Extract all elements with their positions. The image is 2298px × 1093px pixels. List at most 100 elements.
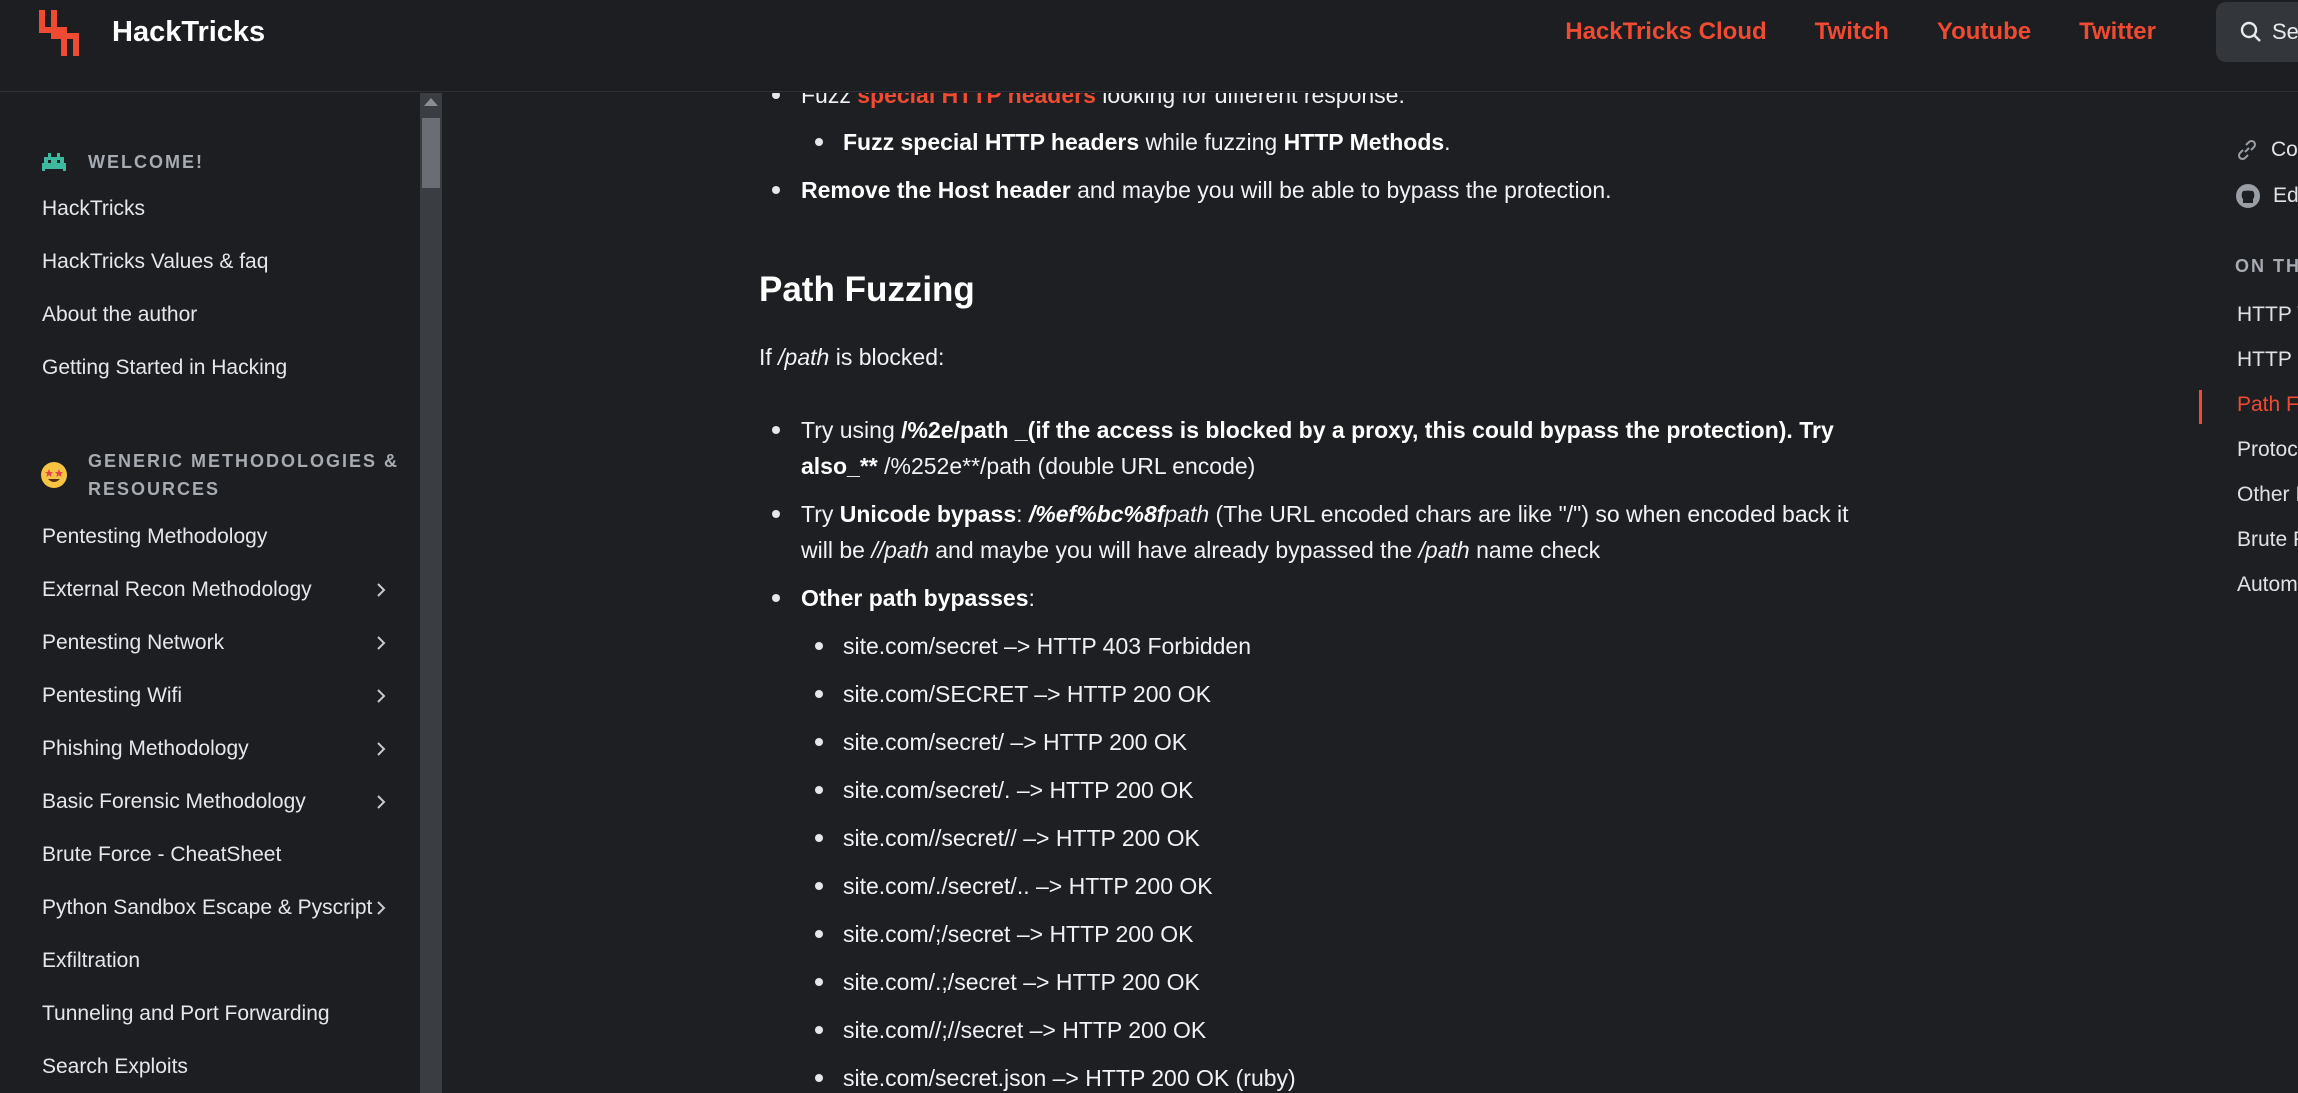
- bullet: [815, 834, 823, 842]
- toc-item-http-headers[interactable]: HTTP I: [2237, 348, 2298, 372]
- chevron-right-icon[interactable]: [374, 742, 388, 756]
- sidebar-item-search-exploits[interactable]: Search Exploits: [42, 1055, 392, 1079]
- toc-heading: ON TH: [2235, 256, 2298, 276]
- sidebar-item-pentesting-methodology[interactable]: Pentesting Methodology: [42, 525, 392, 549]
- sidebar-item-brute-force[interactable]: Brute Force - CheatSheet: [42, 843, 392, 867]
- bypass-text: site.com//secret// –> HTTP 200 OK: [843, 825, 1200, 851]
- italic-text: /path: [778, 344, 830, 370]
- bullet: [815, 138, 823, 146]
- main-content: Fuzz special HTTP headers looking for di…: [442, 93, 2192, 1093]
- text: looking for different response.: [1095, 93, 1405, 108]
- copy-link-label: Co: [2271, 138, 2298, 161]
- text: .: [1444, 129, 1451, 155]
- bold-italic-text: /%ef%bc%8f: [1028, 501, 1165, 527]
- sidebar-item-pentesting-wifi[interactable]: Pentesting Wifi: [42, 684, 392, 708]
- link-icon: [2237, 139, 2257, 161]
- sidebar-item-about-author[interactable]: About the author: [42, 303, 392, 327]
- edit-github-label: Ed: [2273, 184, 2298, 207]
- text: :: [1016, 501, 1029, 527]
- sidebar-item-python-sandbox[interactable]: Python Sandbox Escape & Pyscript: [42, 896, 392, 920]
- list-item: site.com/secret.json –> HTTP 200 OK (rub…: [759, 1060, 1859, 1093]
- sidebar-item-label: Search Exploits: [42, 1055, 188, 1078]
- bypass-text: site.com/;/secret –> HTTP 200 OK: [843, 921, 1194, 947]
- list-item: site.com//;//secret –> HTTP 200 OK: [759, 1012, 1859, 1048]
- list-item: Remove the Host header and maybe you wil…: [759, 172, 1859, 208]
- italic-text: path: [1164, 501, 1210, 527]
- toc-item-http-verbs[interactable]: HTTP V: [2237, 303, 2298, 327]
- sidebar-scrollbar[interactable]: [420, 93, 442, 1093]
- list-item: Other path bypasses:: [759, 580, 1859, 616]
- bullet: [815, 690, 823, 698]
- sidebar-section-title: WELCOME!: [88, 152, 204, 172]
- bullet-text: Other path bypasses:: [759, 580, 1859, 616]
- sidebar-item-label: Basic Forensic Methodology: [42, 790, 306, 813]
- star-struck-emoji-icon: [41, 462, 67, 488]
- text: Fuzz: [801, 93, 858, 108]
- text: will be: [801, 537, 872, 563]
- sidebar-item-tunneling[interactable]: Tunneling and Port Forwarding: [42, 1002, 392, 1026]
- list-item: Try Unicode bypass: /%ef%bc%8fpath (The …: [759, 496, 1859, 568]
- chevron-right-icon[interactable]: [374, 583, 388, 597]
- sidebar-item-exfiltration[interactable]: Exfiltration: [42, 949, 392, 973]
- toc-item-automatic[interactable]: Autom: [2237, 573, 2298, 597]
- scroll-up-arrow-icon[interactable]: [424, 98, 438, 106]
- brand-title[interactable]: HackTricks: [112, 16, 265, 49]
- toc-item-brute-force[interactable]: Brute F: [2237, 528, 2298, 552]
- sidebar-item-pentesting-network[interactable]: Pentesting Network: [42, 631, 392, 655]
- sidebar-scrollbar-thumb[interactable]: [422, 118, 440, 188]
- text: while fuzzing: [1139, 129, 1284, 155]
- hacktricks-logo-icon[interactable]: [38, 8, 80, 58]
- link-youtube[interactable]: Youtube: [1937, 18, 2031, 46]
- section-heading[interactable]: Path Fuzzing: [759, 268, 975, 312]
- link-hacktricks-cloud[interactable]: HackTricks Cloud: [1565, 18, 1766, 46]
- chevron-right-icon[interactable]: [374, 795, 388, 809]
- link-twitch[interactable]: Twitch: [1815, 18, 1889, 46]
- sidebar-item-values-faq[interactable]: HackTricks Values & faq: [42, 250, 392, 274]
- toc-item-other[interactable]: Other I: [2237, 483, 2298, 507]
- toc-item-protocol[interactable]: Protoc: [2237, 438, 2298, 462]
- sidebar-item-label: Python Sandbox Escape & Pyscript: [42, 896, 373, 919]
- list-item: site.com/secret/ –> HTTP 200 OK: [759, 724, 1859, 760]
- bullet: [772, 594, 780, 602]
- search-icon: [2240, 21, 2261, 42]
- italic-text: /path: [1418, 537, 1470, 563]
- sidebar-item-getting-started[interactable]: Getting Started in Hacking: [42, 356, 392, 380]
- list-item: site.com/;/secret –> HTTP 200 OK: [759, 916, 1859, 952]
- sidebar-item-basic-forensic[interactable]: Basic Forensic Methodology: [42, 790, 392, 814]
- bypass-text: site.com/secret –> HTTP 403 Forbidden: [843, 633, 1252, 659]
- chevron-right-icon[interactable]: [374, 689, 388, 703]
- sidebar-section-title-line1: GENERIC METHODOLOGIES &: [88, 451, 400, 471]
- special-http-headers-link[interactable]: special HTTP headers: [857, 93, 1096, 108]
- toc-item-path-fuzzing[interactable]: Path F: [2237, 393, 2298, 417]
- copy-link-action[interactable]: Co: [2235, 138, 2298, 162]
- search-button[interactable]: Se: [2216, 2, 2298, 62]
- bold-text: /%2e/path _(if the access is blocked by …: [901, 417, 1834, 443]
- bypass-text: site.com//;//secret –> HTTP 200 OK: [843, 1017, 1207, 1043]
- chevron-right-icon[interactable]: [374, 636, 388, 650]
- text: is blocked:: [829, 344, 945, 370]
- sidebar-item-external-recon[interactable]: External Recon Methodology: [42, 578, 392, 602]
- text: If: [759, 344, 779, 370]
- bullet: [815, 642, 823, 650]
- edit-on-github-action[interactable]: Ed: [2235, 183, 2298, 209]
- link-twitter[interactable]: Twitter: [2079, 18, 2156, 46]
- bullet-text: Try using /%2e/path _(if the access is b…: [759, 412, 1859, 484]
- chevron-right-icon[interactable]: [374, 901, 388, 915]
- sidebar-item-hacktricks[interactable]: HackTricks: [42, 197, 392, 221]
- text: /%252e**/path (double URL encode): [877, 453, 1256, 479]
- bullet-text: Remove the Host header and maybe you wil…: [759, 172, 1859, 208]
- bold-text: Fuzz special HTTP headers: [843, 129, 1140, 155]
- search-label: Se: [2272, 19, 2298, 44]
- sidebar-item-label: Brute Force - CheatSheet: [42, 843, 282, 866]
- text: name check: [1469, 537, 1601, 563]
- bold-text: HTTP Methods: [1283, 129, 1445, 155]
- bypass-text: site.com/.;/secret –> HTTP 200 OK: [843, 969, 1200, 995]
- bullet: [815, 786, 823, 794]
- sidebar: WELCOME! HackTricks HackTricks Values & …: [0, 93, 420, 1093]
- sidebar-item-label: HackTricks Values & faq: [42, 250, 269, 273]
- sidebar-item-phishing-methodology[interactable]: Phishing Methodology: [42, 737, 392, 761]
- list-item: site.com/SECRET –> HTTP 200 OK: [759, 676, 1859, 712]
- text: and maybe you will have already bypassed…: [928, 537, 1419, 563]
- sidebar-section-title-line2: RESOURCES: [88, 479, 221, 499]
- sidebar-item-label: External Recon Methodology: [42, 578, 312, 601]
